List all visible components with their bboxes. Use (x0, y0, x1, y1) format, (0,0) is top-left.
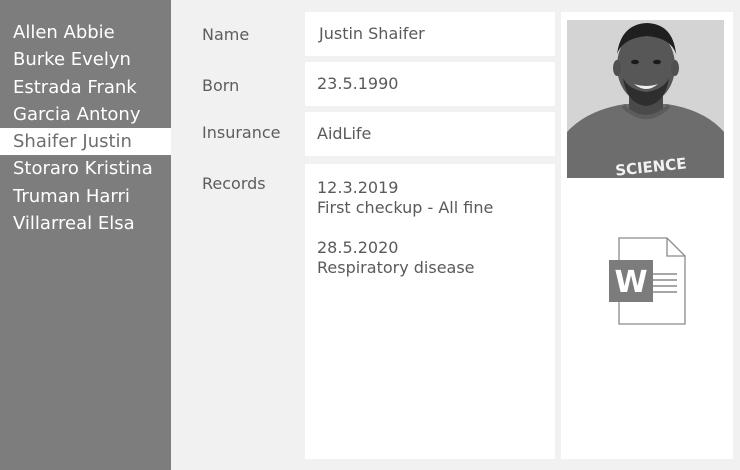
patient-item-shaifer-justin[interactable]: Shaifer Justin (0, 128, 171, 156)
name-field[interactable]: Justin Shaifer (305, 12, 555, 56)
patient-list: Allen Abbie Burke Evelyn Estrada Frank G… (0, 0, 171, 470)
insurance-label: Insurance (202, 123, 281, 142)
patient-photo: SCIENCE (567, 20, 724, 178)
patient-item-truman-harri[interactable]: Truman Harri (0, 183, 171, 210)
patient-item-burke-evelyn[interactable]: Burke Evelyn (0, 46, 171, 73)
name-value: Justin Shaifer (319, 24, 425, 43)
patient-item-villarreal-elsa[interactable]: Villarreal Elsa (0, 210, 171, 237)
born-field[interactable]: 23.5.1990 (305, 62, 555, 106)
record-date: 12.3.2019 (317, 178, 399, 197)
record-date: 28.5.2020 (317, 238, 399, 257)
word-letter: W (614, 265, 647, 300)
record-entry: 28.5.2020 Respiratory disease (317, 238, 543, 278)
born-label: Born (202, 76, 240, 95)
records-field[interactable]: 12.3.2019 First checkup - All fine 28.5.… (305, 164, 555, 459)
patient-item-garcia-antony[interactable]: Garcia Antony (0, 101, 171, 128)
insurance-value: AidLife (317, 124, 372, 143)
insurance-field[interactable]: AidLife (305, 112, 555, 156)
record-note: First checkup - All fine (317, 198, 494, 217)
attachments-panel: SCIENCE W (561, 12, 733, 459)
record-entry: 12.3.2019 First checkup - All fine (317, 178, 543, 218)
patient-item-storaro-kristina[interactable]: Storaro Kristina (0, 155, 171, 182)
record-note: Respiratory disease (317, 258, 475, 277)
word-document-icon[interactable]: W (607, 236, 687, 326)
records-label: Records (202, 174, 266, 193)
born-value: 23.5.1990 (317, 74, 399, 93)
patient-item-estrada-frank[interactable]: Estrada Frank (0, 74, 171, 101)
name-label: Name (202, 25, 250, 44)
patient-item-allen-abbie[interactable]: Allen Abbie (0, 19, 171, 46)
